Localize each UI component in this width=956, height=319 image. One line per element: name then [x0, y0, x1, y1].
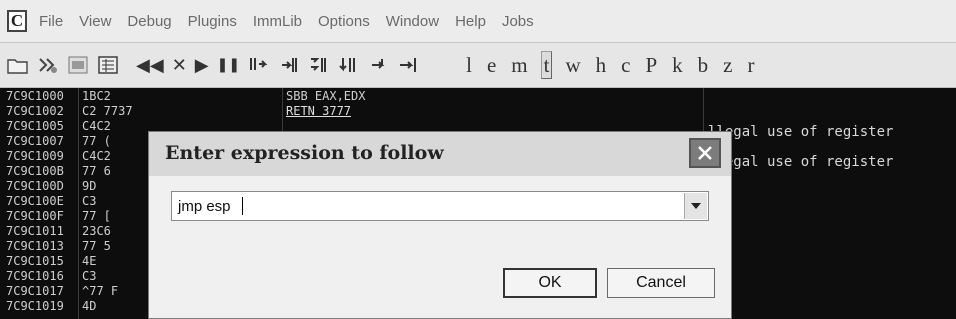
code-hex: C3	[82, 269, 97, 283]
toolbar-callstack-button[interactable]: k	[670, 52, 685, 78]
pause-icon[interactable]: ❚❚	[217, 57, 240, 73]
code-address: 7C9C100F	[6, 209, 64, 223]
cancel-button[interactable]: Cancel	[607, 268, 715, 298]
code-hex: ^77 F	[82, 284, 119, 298]
menu-plugins[interactable]: Plugins	[188, 13, 237, 30]
dialog-title-bar[interactable]: Enter expression to follow	[149, 132, 731, 176]
toolbar-threads-button[interactable]: t	[540, 51, 553, 79]
code-hex: 4E	[82, 254, 97, 268]
code-hex: C4C2	[82, 119, 111, 133]
code-hex: 77 6	[82, 164, 111, 178]
restart-icon[interactable]	[36, 53, 60, 77]
code-row[interactable]: 7C9C1002 C2 7737 RETN 3777	[0, 105, 956, 117]
code-hex: 1BC2	[82, 89, 111, 103]
step-into-icon[interactable]	[246, 53, 270, 77]
expression-input[interactable]: jmp esp	[171, 191, 709, 221]
comment-text: llegal use of register	[708, 124, 894, 140]
code-hex: 77 [	[82, 209, 111, 223]
code-hex: 77 5	[82, 239, 111, 253]
code-address: 7C9C1009	[6, 149, 64, 163]
toolbar-handles-button[interactable]: h	[594, 52, 609, 78]
menu-bar: C File View Debug Plugins ImmLib Options…	[0, 0, 956, 43]
execute-till-return-icon[interactable]	[366, 53, 390, 77]
toolbar-modules-button[interactable]: e	[485, 52, 498, 78]
code-address: 7C9C1007	[6, 134, 64, 148]
dialog-title: Enter expression to follow	[165, 142, 444, 164]
go-to-icon[interactable]	[396, 53, 420, 77]
toolbar-z-button[interactable]: z	[721, 52, 734, 78]
code-hex: C4C2	[82, 149, 111, 163]
menu-window[interactable]: Window	[386, 13, 439, 30]
code-address: 7C9C1019	[6, 299, 64, 313]
expression-input-value[interactable]: jmp esp	[178, 198, 231, 215]
comment-text: llegal use of register	[708, 154, 894, 170]
trace-over-icon[interactable]	[336, 53, 360, 77]
text-cursor	[242, 197, 243, 215]
menu-jobs[interactable]: Jobs	[502, 13, 534, 30]
code-address: 7C9C1011	[6, 224, 64, 238]
code-address: 7C9C1017	[6, 284, 64, 298]
menu-immlib[interactable]: ImmLib	[253, 13, 302, 30]
code-address: 7C9C1002	[6, 104, 64, 118]
code-hex: 77 (	[82, 134, 111, 148]
stop-icon[interactable]: ✕	[172, 55, 187, 76]
close-window-icon[interactable]	[66, 53, 90, 77]
chevron-down-icon[interactable]	[684, 193, 707, 219]
follow-expression-dialog: Enter expression to follow jmp esp OK Ca…	[148, 131, 732, 319]
code-address: 7C9C1005	[6, 119, 64, 133]
step-over-icon[interactable]	[276, 53, 300, 77]
toolbar-references-button[interactable]: r	[745, 52, 756, 78]
code-row[interactable]: 7C9C1000 1BC2 SBB EAX,EDX	[0, 90, 956, 102]
code-address: 7C9C100D	[6, 179, 64, 193]
code-address: 7C9C100E	[6, 194, 64, 208]
toolbar-patches-button[interactable]: P	[643, 52, 659, 78]
code-hex: 23C6	[82, 224, 111, 238]
code-address: 7C9C1000	[6, 89, 64, 103]
menu-help[interactable]: Help	[455, 13, 486, 30]
close-icon[interactable]	[689, 138, 721, 168]
toolbar-cpu-button[interactable]: c	[619, 52, 632, 78]
trace-into-icon[interactable]	[306, 53, 330, 77]
code-hex: C3	[82, 194, 97, 208]
code-hex: 9D	[82, 179, 97, 193]
code-address: 7C9C100B	[6, 164, 64, 178]
attach-icon[interactable]	[96, 53, 120, 77]
toolbar-memory-button[interactable]: m	[509, 52, 529, 78]
menu-options[interactable]: Options	[318, 13, 370, 30]
rewind-icon[interactable]: ◀◀	[136, 55, 164, 76]
code-address: 7C9C1013	[6, 239, 64, 253]
code-address: 7C9C1015	[6, 254, 64, 268]
toolbar-windows-button[interactable]: w	[563, 52, 582, 78]
code-disassembly: SBB EAX,EDX	[286, 89, 366, 103]
code-disassembly: RETN 3777	[286, 104, 352, 118]
menu-view[interactable]: View	[79, 13, 111, 30]
open-folder-icon[interactable]	[6, 53, 30, 77]
menu-file[interactable]: File	[39, 13, 63, 30]
ok-button[interactable]: OK	[503, 268, 597, 298]
toolbar: ◀◀ ✕ ▶ ❚❚ l e m t w h c P k b z r	[0, 43, 956, 88]
toolbar-breakpoints-button[interactable]: b	[696, 52, 711, 78]
play-icon[interactable]: ▶	[195, 55, 209, 76]
toolbar-log-button[interactable]: l	[464, 52, 474, 78]
code-address: 7C9C1016	[6, 269, 64, 283]
app-icon[interactable]: C	[7, 10, 27, 32]
menu-debug[interactable]: Debug	[127, 13, 171, 30]
code-hex: C2 7737	[82, 104, 133, 118]
code-hex: 4D	[82, 299, 97, 313]
